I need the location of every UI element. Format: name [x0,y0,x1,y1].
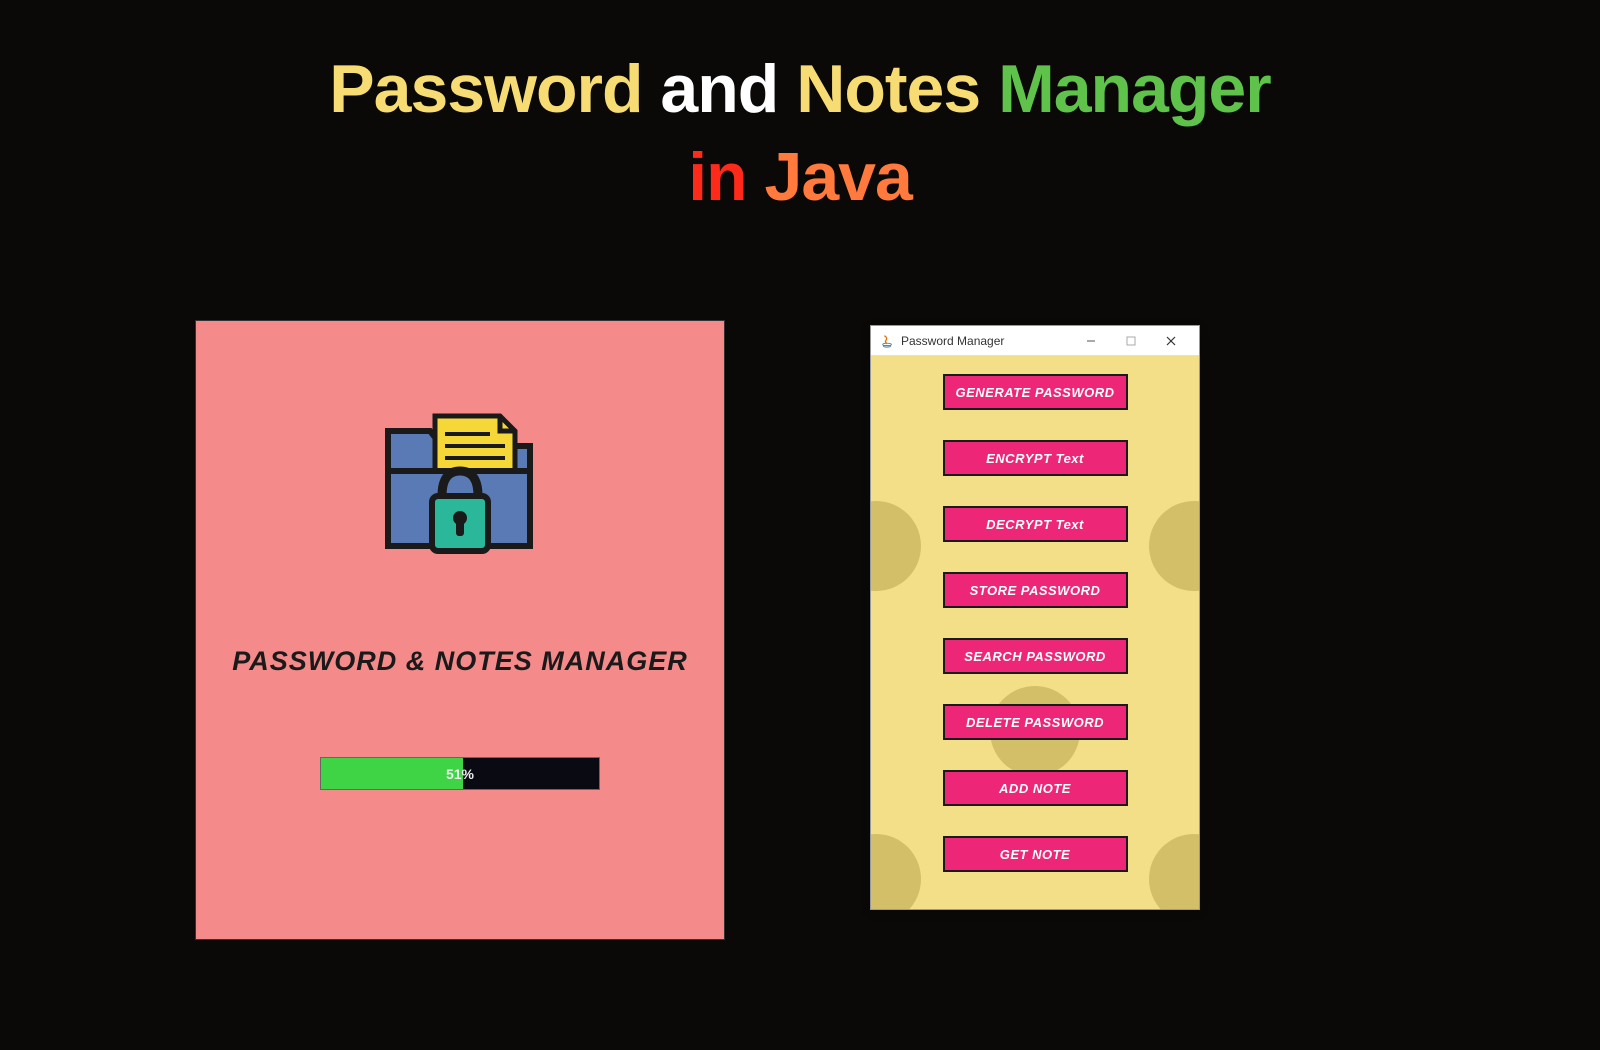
store-password-button[interactable]: STORE PASSWORD [943,572,1128,608]
title-word-password: Password [329,51,642,127]
progress-fill [321,758,463,789]
java-icon [879,333,895,349]
minimize-button[interactable] [1071,327,1111,355]
window-controls [1071,327,1191,355]
page-title: Password and Notes Manager in Java [0,0,1600,216]
splash-title: PASSWORD & NOTES MANAGER [232,646,688,677]
progress-bar: 51% [320,757,600,790]
title-word-java: Java [765,139,912,215]
splash-window: PASSWORD & NOTES MANAGER 51% [195,320,725,940]
generate-password-button[interactable]: GENERATE PASSWORD [943,374,1128,410]
get-note-button[interactable]: GET NOTE [943,836,1128,872]
folder-lock-icon [360,376,560,576]
title-word-manager: Manager [998,51,1271,127]
title-word-in: in [688,139,746,215]
encrypt-text-button[interactable]: ENCRYPT Text [943,440,1128,476]
decrypt-text-button[interactable]: DECRYPT Text [943,506,1128,542]
menu-button-list: GENERATE PASSWORD ENCRYPT Text DECRYPT T… [871,374,1199,872]
title-word-notes: Notes [796,51,980,127]
maximize-button[interactable] [1111,327,1151,355]
title-line-1: Password and Notes Manager [0,50,1600,128]
window-titlebar: Password Manager [871,326,1199,356]
window-title: Password Manager [901,334,1071,348]
close-button[interactable] [1151,327,1191,355]
title-line-2: in Java [0,138,1600,216]
title-word-and: and [660,51,778,127]
menu-window: Password Manager GENERATE PASSWORD ENCRY… [870,325,1200,910]
add-note-button[interactable]: ADD NOTE [943,770,1128,806]
menu-body: GENERATE PASSWORD ENCRYPT Text DECRYPT T… [871,356,1199,909]
delete-password-button[interactable]: DELETE PASSWORD [943,704,1128,740]
progress-label: 51% [446,766,474,782]
search-password-button[interactable]: SEARCH PASSWORD [943,638,1128,674]
